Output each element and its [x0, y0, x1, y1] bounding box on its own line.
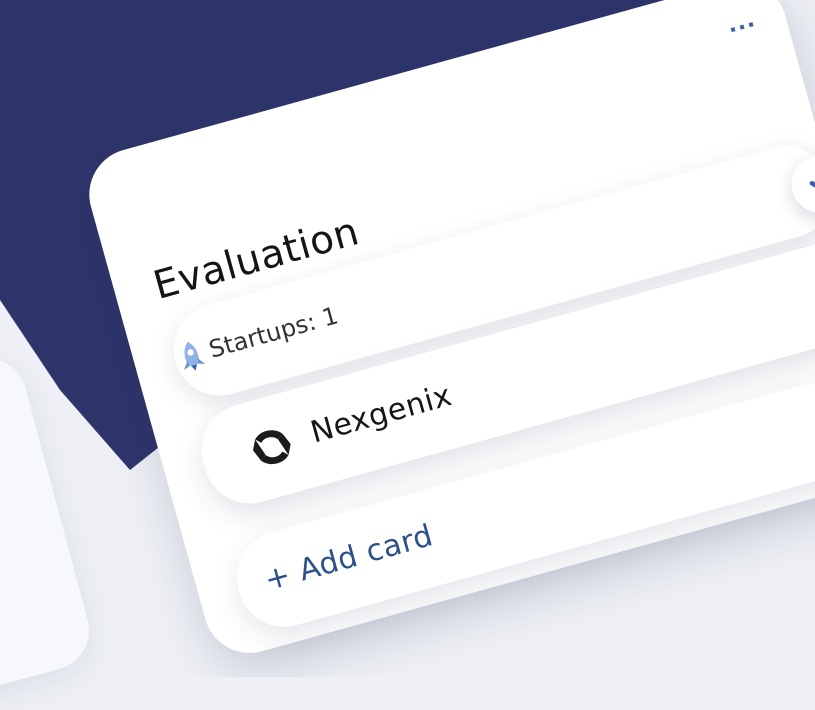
add-card-label: + Add card [260, 518, 437, 599]
check-icon [809, 174, 815, 192]
startup-count: Startups: 1 [205, 301, 342, 364]
startup-name: Nexgenix [306, 378, 456, 451]
evaluation-column: ... Evaluation Startups: 1 Nexgenix + Ad… [78, 0, 815, 664]
more-options-button[interactable]: ... [725, 7, 759, 39]
rocket-icon [183, 341, 206, 371]
board-stage: ... Evaluation Startups: 1 Nexgenix + Ad… [0, 0, 815, 677]
status-toggle-button[interactable] [784, 148, 815, 220]
nexgenix-logo-icon [252, 430, 291, 465]
